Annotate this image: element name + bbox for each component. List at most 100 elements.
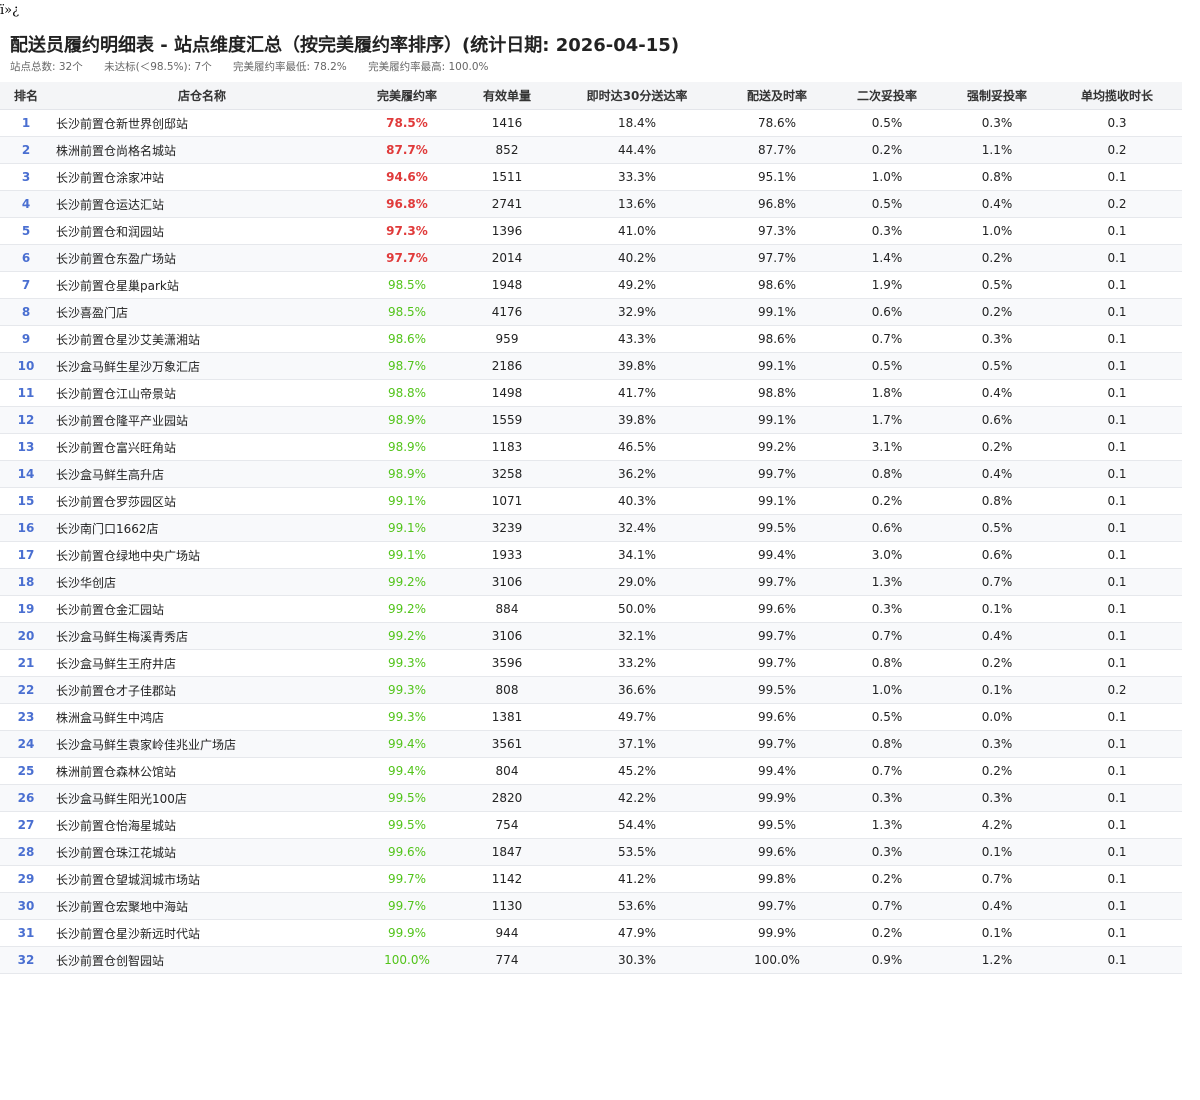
- rate-30min-cell: 46.5%: [552, 433, 722, 461]
- avg-pickup-cell: 0.1: [1052, 460, 1182, 488]
- rate-30min-cell: 40.2%: [552, 244, 722, 272]
- table-row: 8 长沙喜盈门店 98.5% 4176 32.9% 99.1% 0.6% 0.2% 0.1: [0, 298, 1182, 326]
- avg-pickup-cell: 0.3: [1052, 109, 1182, 137]
- rank-cell: 11: [0, 379, 52, 407]
- avg-pickup-cell: 0.1: [1052, 784, 1182, 812]
- rate-30min-cell: 34.1%: [552, 541, 722, 569]
- col-header-rank[interactable]: 排名: [0, 82, 52, 110]
- avg-pickup-cell: 0.1: [1052, 541, 1182, 569]
- perfect-rate-cell: 98.6%: [352, 325, 462, 353]
- second-delivery-cell: 0.3%: [832, 595, 942, 623]
- rate-30min-cell: 43.3%: [552, 325, 722, 353]
- rate-30min-cell: 37.1%: [552, 730, 722, 758]
- second-delivery-cell: 0.3%: [832, 838, 942, 866]
- avg-pickup-cell: 0.1: [1052, 595, 1182, 623]
- rank-cell: 20: [0, 622, 52, 650]
- col-header-30min-rate[interactable]: 即时达30分送达率: [552, 82, 722, 110]
- ontime-rate-cell: 99.1%: [722, 352, 832, 380]
- valid-orders-cell: 944: [462, 919, 552, 947]
- valid-orders-cell: 3239: [462, 514, 552, 542]
- ontime-rate-cell: 99.1%: [722, 298, 832, 326]
- forced-delivery-cell: 0.6%: [942, 541, 1052, 569]
- rank-cell: 17: [0, 541, 52, 569]
- table-row: 14 长沙盒马鲜生高升店 98.9% 3258 36.2% 99.7% 0.8% 0.4% 0.…: [0, 460, 1182, 488]
- table-row: 5 长沙前置仓和润园站 97.3% 1396 41.0% 97.3% 0.3% 1.0% 0.1: [0, 217, 1182, 245]
- perfect-rate-cell: 99.7%: [352, 865, 462, 893]
- valid-orders-cell: 1130: [462, 892, 552, 920]
- rank-cell: 32: [0, 946, 52, 974]
- summary-max-rate: 完美履约率最高: 100.0%: [368, 61, 489, 73]
- perfect-rate-cell: 99.1%: [352, 487, 462, 515]
- valid-orders-cell: 1142: [462, 865, 552, 893]
- valid-orders-cell: 3106: [462, 622, 552, 650]
- perfect-rate-cell: 99.2%: [352, 568, 462, 596]
- valid-orders-cell: 1511: [462, 163, 552, 191]
- rate-30min-cell: 40.3%: [552, 487, 722, 515]
- col-header-forced-delivery-rate[interactable]: 强制妥投率: [942, 82, 1052, 110]
- second-delivery-cell: 0.2%: [832, 487, 942, 515]
- table-row: 13 长沙前置仓富兴旺角站 98.9% 1183 46.5% 99.2% 3.1% 0.2% 0…: [0, 433, 1182, 461]
- store-name-cell: 长沙前置仓隆平产业园站: [52, 406, 352, 434]
- rate-30min-cell: 13.6%: [552, 190, 722, 218]
- forced-delivery-cell: 4.2%: [942, 811, 1052, 839]
- valid-orders-cell: 1381: [462, 703, 552, 731]
- forced-delivery-cell: 0.2%: [942, 649, 1052, 677]
- ontime-rate-cell: 99.6%: [722, 838, 832, 866]
- rate-30min-cell: 45.2%: [552, 757, 722, 785]
- rate-30min-cell: 41.0%: [552, 217, 722, 245]
- avg-pickup-cell: 0.1: [1052, 838, 1182, 866]
- store-name-cell: 长沙前置仓才子佳郡站: [52, 676, 352, 704]
- rank-cell: 25: [0, 757, 52, 785]
- second-delivery-cell: 1.9%: [832, 271, 942, 299]
- second-delivery-cell: 0.6%: [832, 514, 942, 542]
- perfect-rate-cell: 99.3%: [352, 676, 462, 704]
- rate-30min-cell: 39.8%: [552, 406, 722, 434]
- table-row: 7 长沙前置仓星巢park站 98.5% 1948 49.2% 98.6% 1.9% 0.5%…: [0, 271, 1182, 299]
- ontime-rate-cell: 99.9%: [722, 919, 832, 947]
- rate-30min-cell: 36.2%: [552, 460, 722, 488]
- col-header-avg-pickup-time[interactable]: 单均揽收时长: [1052, 82, 1182, 110]
- perfect-rate-cell: 99.1%: [352, 514, 462, 542]
- perfect-rate-cell: 98.9%: [352, 406, 462, 434]
- table-row: 12 长沙前置仓隆平产业园站 98.9% 1559 39.8% 99.1% 1.7% 0.6%…: [0, 406, 1182, 434]
- forced-delivery-cell: 0.3%: [942, 730, 1052, 758]
- second-delivery-cell: 0.3%: [832, 217, 942, 245]
- summary-bar: 站点总数: 32个 未达标(＜98.5%): 7个 完美履约率最低: 78.2%…: [10, 59, 507, 74]
- col-header-ontime-rate[interactable]: 配送及时率: [722, 82, 832, 110]
- forced-delivery-cell: 0.1%: [942, 919, 1052, 947]
- summary-total-stations: 站点总数: 32个: [10, 61, 83, 73]
- second-delivery-cell: 0.8%: [832, 460, 942, 488]
- rank-cell: 1: [0, 109, 52, 137]
- col-header-second-delivery-rate[interactable]: 二次妥投率: [832, 82, 942, 110]
- ontime-rate-cell: 99.6%: [722, 595, 832, 623]
- rank-cell: 8: [0, 298, 52, 326]
- rank-cell: 28: [0, 838, 52, 866]
- forced-delivery-cell: 0.5%: [942, 271, 1052, 299]
- ontime-rate-cell: 99.5%: [722, 811, 832, 839]
- store-name-cell: 长沙前置仓新世界创邸站: [52, 109, 352, 137]
- col-header-valid-orders[interactable]: 有效单量: [462, 82, 552, 110]
- avg-pickup-cell: 0.2: [1052, 676, 1182, 704]
- store-name-cell: 长沙前置仓望城润城市场站: [52, 865, 352, 893]
- second-delivery-cell: 0.3%: [832, 784, 942, 812]
- second-delivery-cell: 1.3%: [832, 811, 942, 839]
- forced-delivery-cell: 1.2%: [942, 946, 1052, 974]
- summary-min-rate: 完美履约率最低: 78.2%: [233, 61, 347, 73]
- valid-orders-cell: 1498: [462, 379, 552, 407]
- ontime-rate-cell: 99.7%: [722, 568, 832, 596]
- valid-orders-cell: 959: [462, 325, 552, 353]
- table-row: 4 长沙前置仓运达汇站 96.8% 2741 13.6% 96.8% 0.5% 0.4% 0.2: [0, 190, 1182, 218]
- table-row: 22 长沙前置仓才子佳郡站 99.3% 808 36.6% 99.5% 1.0% 0.1% 0.…: [0, 676, 1182, 704]
- rate-30min-cell: 32.9%: [552, 298, 722, 326]
- rank-cell: 18: [0, 568, 52, 596]
- col-header-perfect-rate[interactable]: 完美履约率: [352, 82, 462, 110]
- store-name-cell: 长沙盒马鲜生袁家岭佳兆业广场店: [52, 730, 352, 758]
- page-title: 配送员履约明细表 - 站点维度汇总（按完美履约率排序）(统计日期: 2026-0…: [10, 35, 680, 56]
- rank-cell: 19: [0, 595, 52, 623]
- rank-cell: 31: [0, 919, 52, 947]
- perfect-rate-cell: 94.6%: [352, 163, 462, 191]
- col-header-store-name[interactable]: 店仓名称: [52, 82, 352, 110]
- rate-30min-cell: 53.6%: [552, 892, 722, 920]
- avg-pickup-cell: 0.1: [1052, 217, 1182, 245]
- store-name-cell: 长沙盒马鲜生星沙万象汇店: [52, 352, 352, 380]
